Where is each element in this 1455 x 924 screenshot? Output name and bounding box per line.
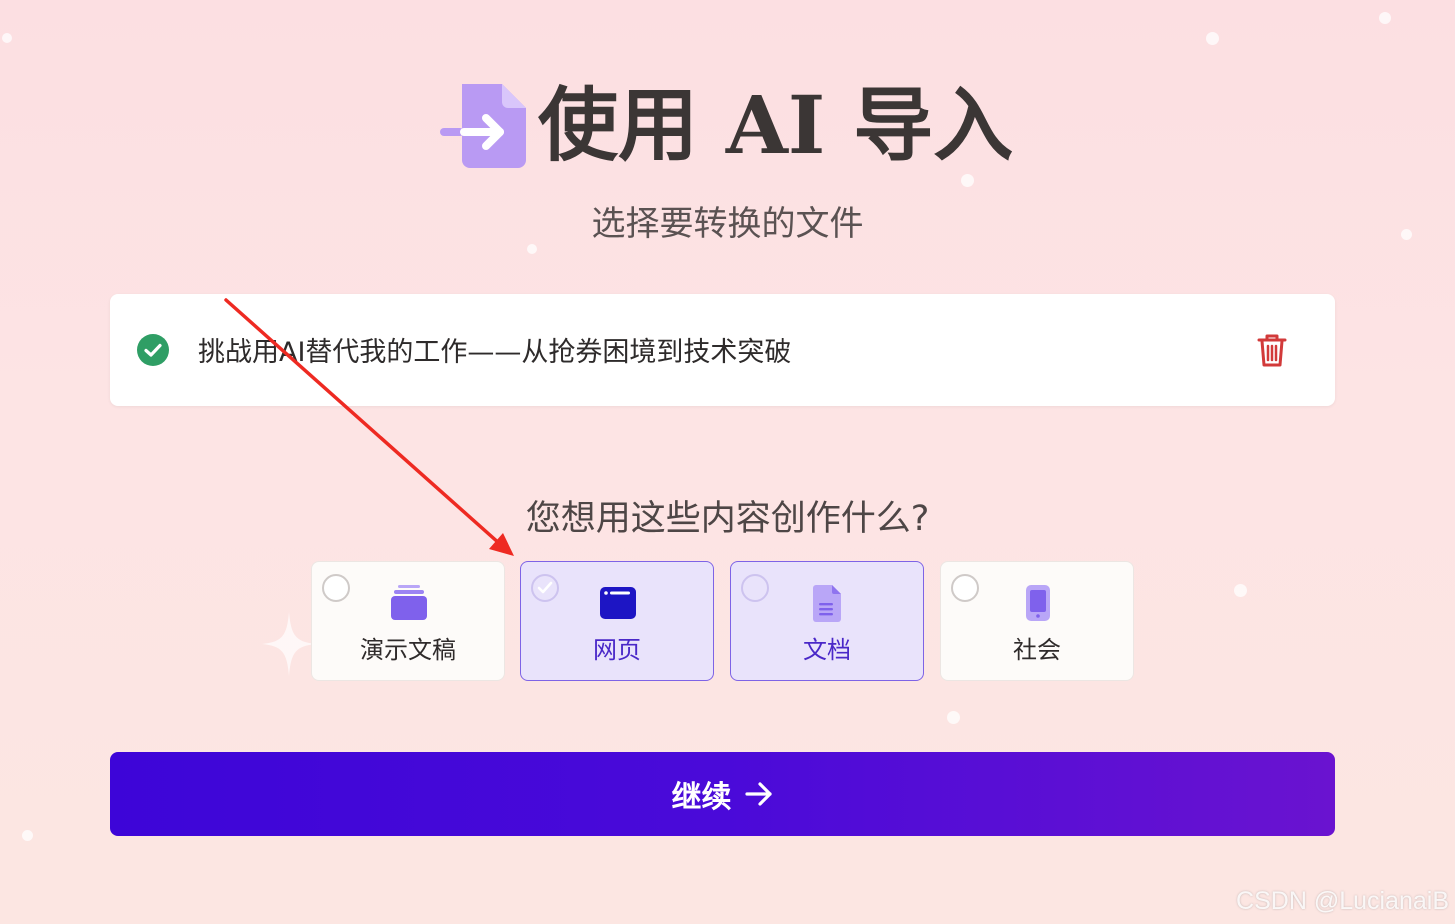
background-dot xyxy=(1379,12,1391,24)
option-label: 文档 xyxy=(803,636,851,664)
background-dot xyxy=(947,711,960,724)
background-dot xyxy=(22,830,33,841)
background-dot xyxy=(1206,32,1219,45)
content-type-question: 您想用这些内容创作什么? xyxy=(525,499,930,539)
page-subtitle: 选择要转换的文件 xyxy=(591,204,864,244)
option-radio[interactable] xyxy=(951,574,979,602)
option-radio[interactable] xyxy=(741,574,769,602)
option-label: 社会 xyxy=(1013,636,1061,664)
option-label: 网页 xyxy=(593,636,641,664)
file-name: 挑战用AI替代我的工作——从抢券困境到技术突破 xyxy=(198,337,792,368)
phone-icon xyxy=(1026,585,1050,621)
trash-icon[interactable] xyxy=(1255,332,1289,368)
document-icon xyxy=(813,585,841,622)
option-presentation[interactable]: 演示文稿 xyxy=(311,561,505,681)
page-title: 使用 AI 导入 xyxy=(538,78,1014,172)
webpage-icon xyxy=(600,587,636,619)
check-circle-icon xyxy=(137,334,169,366)
background-dot xyxy=(2,33,12,43)
presentation-icon xyxy=(391,585,427,620)
option-radio[interactable] xyxy=(322,574,350,602)
option-label: 演示文稿 xyxy=(360,636,456,664)
background-dot xyxy=(527,244,537,254)
file-import-icon xyxy=(440,84,526,168)
page-header: 使用 AI 导入 xyxy=(0,76,1455,172)
sparkle-icon xyxy=(262,612,316,676)
continue-button-label: 继续 xyxy=(671,781,732,814)
option-social[interactable]: 社会 xyxy=(940,561,1134,681)
continue-button[interactable]: 继续 xyxy=(110,752,1335,836)
option-document[interactable]: 文档 xyxy=(730,561,924,681)
background-dot xyxy=(961,174,974,187)
selected-file-card: 挑战用AI替代我的工作——从抢券困境到技术突破 xyxy=(110,294,1335,406)
option-webpage[interactable]: 网页 xyxy=(520,561,714,681)
background-dot xyxy=(1234,584,1247,597)
arrow-right-icon xyxy=(744,782,772,806)
watermark: CSDN @LucianaiB xyxy=(1236,887,1449,915)
check-icon xyxy=(537,581,553,594)
option-radio-checked[interactable] xyxy=(531,574,559,602)
